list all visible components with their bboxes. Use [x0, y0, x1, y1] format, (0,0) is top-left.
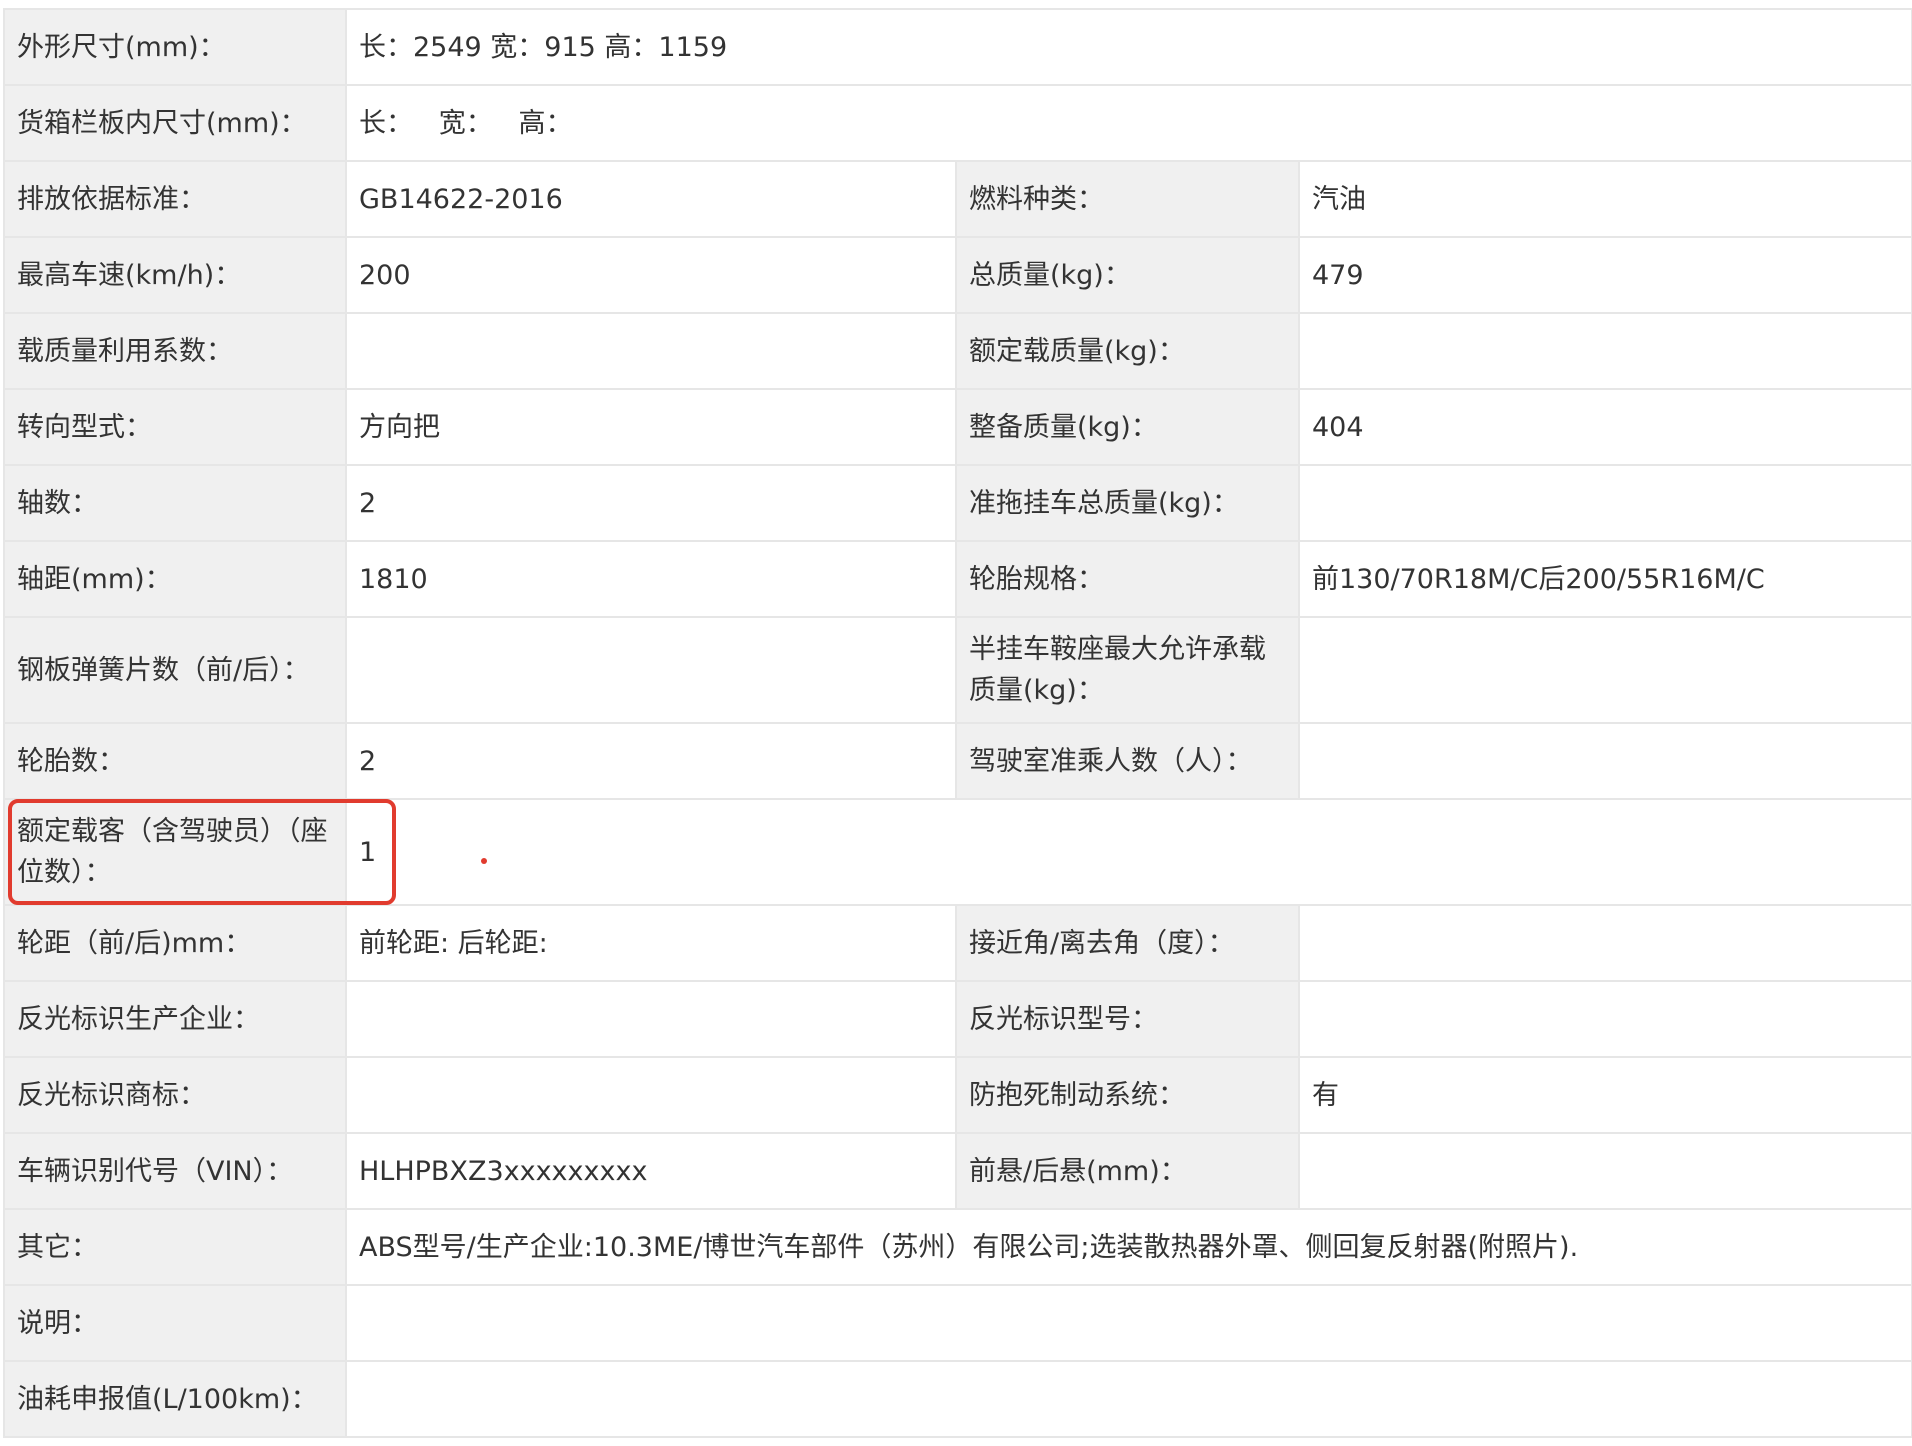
value-cell — [1297, 980, 1912, 1058]
value-cell — [345, 1056, 957, 1134]
value-cell: 479 — [1297, 236, 1912, 314]
label-cell: 准拖挂车总质量(kg)： — [955, 464, 1300, 542]
value-cell: 2 — [345, 722, 957, 800]
table-row: 说明： — [3, 1284, 1912, 1362]
label-cell: 整备质量(kg)： — [955, 388, 1300, 466]
value-cell — [345, 980, 957, 1058]
table-row: 轴距(mm)： 1810 轮胎规格： 前130/70R18M/C后200/55R… — [3, 540, 1912, 618]
label-cell: 车辆识别代号（VIN）： — [3, 1132, 347, 1210]
value-cell: HLHPBXZ3xxxxxxxxx — [345, 1132, 957, 1210]
table-row: 排放依据标准： GB14622-2016 燃料种类： 汽油 — [3, 160, 1912, 238]
table-row: 轮距（前/后)mm： 前轮距: 后轮距: 接近角/离去角（度）： — [3, 904, 1912, 982]
label-cell: 外形尺寸(mm)： — [3, 8, 347, 86]
value-cell: 汽油 — [1297, 160, 1912, 238]
label-cell: 额定载客（含驾驶员）（座位数）： — [3, 798, 347, 906]
value-cell: 前130/70R18M/C后200/55R16M/C — [1297, 540, 1912, 618]
label-cell: 反光标识型号： — [955, 980, 1300, 1058]
value-cell — [344, 1284, 1912, 1362]
label-cell: 反光标识生产企业： — [3, 980, 347, 1058]
label-cell: 油耗申报值(L/100km)： — [3, 1360, 347, 1438]
value-cell: 1810 — [345, 540, 957, 618]
value-cell: GB14622-2016 — [345, 160, 957, 238]
value-cell: 200 — [345, 236, 957, 314]
label-cell: 前悬/后悬(mm)： — [955, 1132, 1300, 1210]
label-cell: 轮胎数： — [3, 722, 347, 800]
annotation-dot — [481, 858, 487, 864]
value-cell — [345, 616, 957, 724]
label-cell: 其它： — [3, 1208, 347, 1286]
value-cell: 长：2549 宽：915 高：1159 — [344, 8, 1912, 86]
value-cell: 前轮距: 后轮距: — [345, 904, 957, 982]
label-cell: 反光标识商标： — [3, 1056, 347, 1134]
label-cell: 钢板弹簧片数（前/后）： — [3, 616, 347, 724]
value-cell: 2 — [345, 464, 957, 542]
table-row: 载质量利用系数： 额定载质量(kg)： — [3, 312, 1912, 390]
label-cell: 接近角/离去角（度）： — [955, 904, 1300, 982]
table-row: 轮胎数： 2 驾驶室准乘人数（人）： — [3, 722, 1912, 800]
label-cell: 转向型式： — [3, 388, 347, 466]
table-row: 车辆识别代号（VIN）： HLHPBXZ3xxxxxxxxx 前悬/后悬(mm)… — [3, 1132, 1912, 1210]
value-cell — [345, 312, 957, 390]
label-cell: 轴数： — [3, 464, 347, 542]
label-cell: 轴距(mm)： — [3, 540, 347, 618]
label-cell: 驾驶室准乘人数（人）： — [955, 722, 1300, 800]
value-cell: ABS型号/生产企业:10.3ME/博世汽车部件（苏州）有限公司;选装散热器外罩… — [344, 1208, 1912, 1286]
value-cell — [1297, 616, 1912, 724]
value-cell — [1297, 1132, 1912, 1210]
label-cell: 轮胎规格： — [955, 540, 1300, 618]
label-cell: 排放依据标准： — [3, 160, 347, 238]
table-row: 反光标识商标： 防抱死制动系统： 有 — [3, 1056, 1912, 1134]
table-row: 货箱栏板内尺寸(mm)： 长： 宽： 高： — [3, 84, 1912, 162]
label-cell: 额定载质量(kg)： — [955, 312, 1300, 390]
value-cell: 方向把 — [345, 388, 957, 466]
table-row: 轴数： 2 准拖挂车总质量(kg)： — [3, 464, 1912, 542]
table-row: 外形尺寸(mm)： 长：2549 宽：915 高：1159 — [3, 8, 1912, 86]
value-cell — [1297, 722, 1912, 800]
value-cell — [1297, 312, 1912, 390]
table-row: 转向型式： 方向把 整备质量(kg)： 404 — [3, 388, 1912, 466]
table-row: 额定载客（含驾驶员）（座位数）： 1 — [3, 798, 1912, 906]
label-cell: 最高车速(km/h)： — [3, 236, 347, 314]
value-cell: 1 — [344, 798, 1912, 906]
vehicle-spec-table: 外形尺寸(mm)： 长：2549 宽：915 高：1159 货箱栏板内尺寸(mm… — [3, 8, 1912, 1438]
table-row: 油耗申报值(L/100km)： — [3, 1360, 1912, 1438]
label-cell: 说明： — [3, 1284, 347, 1362]
label-cell: 燃料种类： — [955, 160, 1300, 238]
label-cell: 半挂车鞍座最大允许承载质量(kg)： — [955, 616, 1300, 724]
value-cell: 有 — [1297, 1056, 1912, 1134]
label-cell: 货箱栏板内尺寸(mm)： — [3, 84, 347, 162]
value-cell — [1297, 904, 1912, 982]
value-cell: 长： 宽： 高： — [344, 84, 1912, 162]
label-cell: 总质量(kg)： — [955, 236, 1300, 314]
table-row: 钢板弹簧片数（前/后）： 半挂车鞍座最大允许承载质量(kg)： — [3, 616, 1912, 724]
value-cell — [1297, 464, 1912, 542]
table-row: 最高车速(km/h)： 200 总质量(kg)： 479 — [3, 236, 1912, 314]
table-row: 其它： ABS型号/生产企业:10.3ME/博世汽车部件（苏州）有限公司;选装散… — [3, 1208, 1912, 1286]
label-cell: 轮距（前/后)mm： — [3, 904, 347, 982]
label-cell: 载质量利用系数： — [3, 312, 347, 390]
value-cell — [344, 1360, 1912, 1438]
label-cell: 防抱死制动系统： — [955, 1056, 1300, 1134]
table-row: 反光标识生产企业： 反光标识型号： — [3, 980, 1912, 1058]
value-cell: 404 — [1297, 388, 1912, 466]
